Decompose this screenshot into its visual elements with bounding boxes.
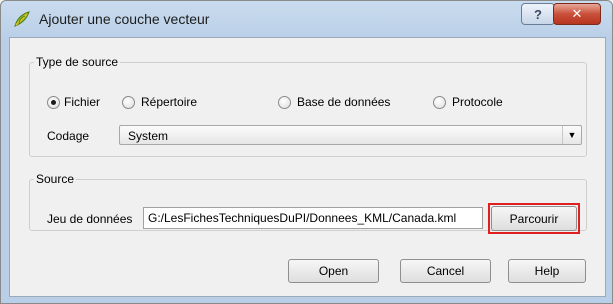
close-button[interactable]: ✕ xyxy=(553,3,601,25)
radio-protocole[interactable] xyxy=(433,96,446,109)
radio-fichier[interactable] xyxy=(47,96,60,109)
radio-label-fichier: Fichier xyxy=(64,95,101,109)
browse-button-label: Parcourir xyxy=(509,211,559,226)
cancel-button-label: Cancel xyxy=(426,264,465,278)
dataset-label: Jeu de données xyxy=(47,212,133,226)
open-button-label: Open xyxy=(318,264,349,278)
radio-base-de-donnees[interactable] xyxy=(278,96,291,109)
radio-repertoire[interactable] xyxy=(122,96,135,109)
radio-selected-dot xyxy=(51,100,56,105)
title-bar[interactable]: Ajouter une couche vecteur ? ✕ xyxy=(1,1,612,37)
close-icon: ✕ xyxy=(571,6,583,21)
source-type-legend: Type de source xyxy=(36,55,119,69)
source-legend: Source xyxy=(36,172,75,186)
cancel-button[interactable]: Cancel xyxy=(400,259,491,283)
help-button[interactable]: Help xyxy=(508,259,586,283)
encoding-label: Codage xyxy=(47,129,90,143)
help-titlebar-button[interactable]: ? xyxy=(521,3,555,25)
encoding-select[interactable]: System ▼ xyxy=(119,125,582,145)
help-icon: ? xyxy=(534,6,542,22)
dataset-path-input[interactable]: G:/LesFichesTechniquesDuPI/Donnees_KML/C… xyxy=(143,207,483,229)
radio-label-protocole: Protocole xyxy=(452,95,503,109)
encoding-select-value: System xyxy=(128,129,169,143)
chevron-down-icon[interactable]: ▼ xyxy=(562,126,581,144)
window-title: Ajouter une couche vecteur xyxy=(39,11,210,27)
open-button[interactable]: Open xyxy=(288,259,379,283)
help-button-label: Help xyxy=(534,264,560,278)
dialog-window: Ajouter une couche vecteur ? ✕ Type de s… xyxy=(0,0,613,304)
radio-label-base-de-donnees: Base de données xyxy=(297,95,391,109)
browse-button[interactable]: Parcourir xyxy=(491,206,577,231)
radio-label-repertoire: Répertoire xyxy=(141,95,198,109)
qgis-leaf-icon xyxy=(14,11,30,27)
